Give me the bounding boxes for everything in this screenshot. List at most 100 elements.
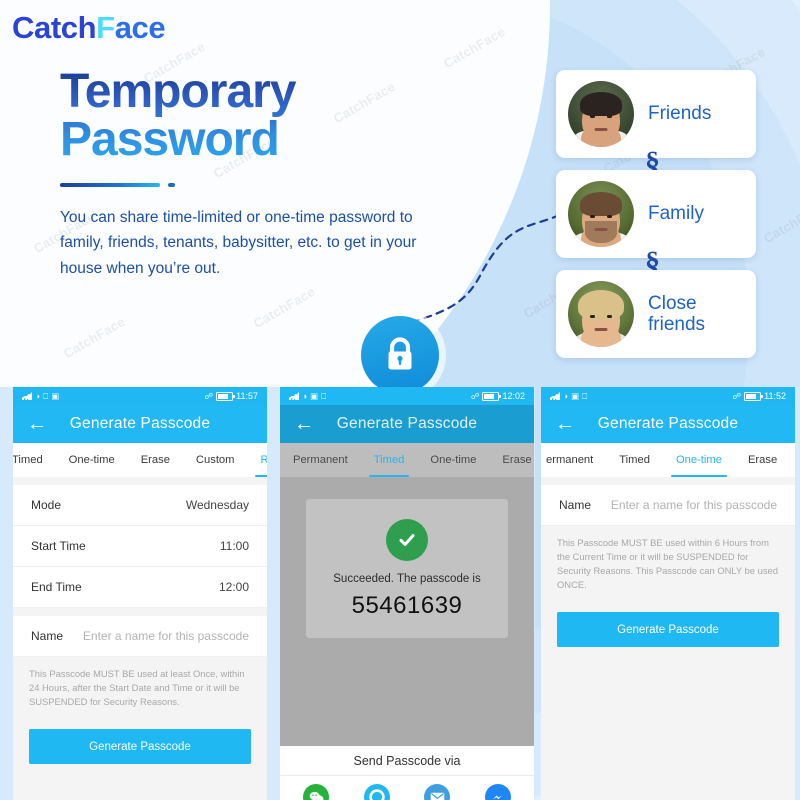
tab-one-time[interactable]: One-time	[663, 443, 735, 477]
hero-heading: Temporary Password	[60, 68, 480, 163]
share-app-wechat[interactable]: Wechat	[289, 784, 343, 800]
tab-recurring[interactable]: Recurring	[247, 443, 267, 477]
tab-timed[interactable]: Timed	[606, 443, 663, 477]
passcode-value: 55461639	[351, 592, 463, 619]
phone-content: Mode Wednesday Start Time 11:00 End Time…	[13, 477, 267, 800]
tab-one-time[interactable]: One-time	[56, 443, 128, 477]
page-title: Generate Passcode	[597, 415, 739, 432]
battery-icon	[744, 391, 764, 401]
tab-bar: ermanent Timed One-time Erase Custom	[541, 443, 795, 477]
tab-one-time[interactable]: One-time	[417, 443, 489, 477]
contact-label: Friends	[648, 103, 712, 125]
security-note: This Passcode MUST BE used within 6 Hour…	[557, 537, 778, 591]
tab-custom[interactable]: Custom	[183, 443, 248, 477]
share-app-email[interactable]: Email	[410, 784, 464, 800]
share-sheet-title: Send Passcode via	[280, 746, 534, 776]
wifi-icon: ◑	[563, 390, 569, 401]
signal-bars-icon	[550, 392, 560, 400]
tab-permanent[interactable]: Permanent	[280, 443, 361, 477]
app-bar: ← Generate Passcode	[541, 405, 795, 443]
tab-timed[interactable]: Timed	[13, 443, 56, 477]
tab-custom[interactable]: Custom	[790, 443, 795, 477]
tab-permanent[interactable]: ermanent	[541, 443, 606, 477]
name-input[interactable]: Enter a name for this passcode	[83, 629, 249, 643]
row-end-time[interactable]: End Time 12:00	[13, 567, 267, 608]
page-title: Generate Passcode	[69, 415, 211, 432]
padlock-icon	[388, 337, 412, 370]
status-time: 11:52	[764, 391, 786, 401]
share-app-sms[interactable]: SMS	[350, 784, 404, 800]
back-arrow-icon[interactable]: ←	[555, 414, 575, 434]
title-underline-dot	[168, 183, 175, 187]
sync-icon: ▣	[51, 390, 60, 401]
contact-card-close-friends[interactable]: Close friends	[556, 270, 756, 358]
row-name[interactable]: Name Enter a name for this passcode	[13, 616, 267, 657]
brand-logo: CatchFace	[12, 10, 166, 46]
battery-icon	[482, 391, 502, 401]
back-arrow-icon[interactable]: ←	[27, 414, 47, 434]
share-app-messenger[interactable]: Messenger	[471, 784, 525, 800]
logo-text-f: F	[96, 10, 115, 45]
row-value: 12:00	[218, 580, 249, 594]
row-value: Wednesday	[185, 498, 249, 512]
tab-erase[interactable]: Erase	[735, 443, 790, 477]
row-start-time[interactable]: Start Time 11:00	[13, 526, 267, 567]
app-bar: ← Generate Passcode	[13, 405, 267, 443]
generate-passcode-button[interactable]: Generate Passcode	[557, 612, 779, 648]
download-icon: ▣	[310, 390, 319, 401]
check-circle-icon	[386, 519, 428, 561]
usb-icon: ⎕	[582, 390, 588, 401]
download-icon: ▣	[571, 390, 580, 401]
logo-text-ace: ace	[114, 10, 166, 45]
page-title: Generate Passcode	[336, 415, 478, 432]
wifi-icon: ◑	[302, 390, 308, 401]
back-arrow-icon[interactable]: ←	[294, 414, 314, 434]
battery-icon	[216, 391, 236, 401]
status-time: 12:02	[502, 391, 525, 401]
tab-timed[interactable]: Timed	[361, 443, 418, 477]
tab-erase[interactable]: Erase	[489, 443, 534, 477]
sms-icon	[363, 784, 390, 800]
usb-icon: ⎕	[321, 390, 327, 401]
contact-card-family[interactable]: Family	[556, 170, 756, 258]
phone-screenshot-one-time: ◑ ▣ ⎕ ☍ 11:52 ← Generate Passcode ermane…	[541, 387, 795, 800]
title-underline	[60, 183, 160, 187]
contact-label: Family	[648, 203, 704, 225]
row-mode[interactable]: Mode Wednesday	[13, 485, 267, 526]
phone-screenshot-recurring: ◑ ⎕ ▣ ☍ 11:57 ← Generate Passcode Timed …	[13, 387, 267, 800]
phone-screenshot-timed-success: ◑ ▣ ⎕ ☍ 12:02 ← Generate Passcode Perman…	[280, 387, 534, 800]
tab-erase[interactable]: Erase	[128, 443, 183, 477]
phone-content: Name Enter a name for this passcode This…	[541, 477, 795, 800]
avatar	[568, 181, 634, 247]
signal-bars-icon	[22, 392, 32, 400]
share-sheet: Send Passcode via Wechat SMS	[280, 746, 534, 800]
name-input[interactable]: Enter a name for this passcode	[611, 498, 777, 512]
tab-bar: Timed One-time Erase Custom Recurring	[13, 443, 267, 477]
bluetooth-icon: ☍	[204, 390, 214, 401]
name-label: Name	[31, 629, 64, 643]
row-label: Mode	[31, 498, 62, 512]
row-label: Start Time	[31, 539, 86, 553]
success-message: Succeeded. The passcode is	[333, 573, 481, 585]
bluetooth-icon: ☍	[470, 390, 480, 401]
hero-description: You can share time-limited or one-time p…	[60, 209, 417, 277]
contact-card-friends[interactable]: Friends	[556, 70, 756, 158]
lock-badge	[361, 316, 439, 394]
name-label: Name	[559, 498, 592, 512]
messenger-icon	[484, 784, 511, 800]
wifi-icon: ◑	[35, 390, 41, 401]
app-bar: ← Generate Passcode	[280, 405, 534, 443]
row-name[interactable]: Name Enter a name for this passcode	[541, 485, 795, 526]
logo-text-catch: Catch	[12, 10, 97, 45]
wechat-icon	[303, 784, 330, 800]
email-icon	[424, 784, 451, 800]
generate-passcode-button[interactable]: Generate Passcode	[29, 729, 251, 765]
row-label: End Time	[31, 580, 82, 594]
success-panel: Succeeded. The passcode is 55461639	[306, 499, 508, 638]
hero-title-line1: Temporary	[60, 65, 296, 118]
tab-bar: Permanent Timed One-time Erase Custom	[280, 443, 534, 477]
hero-title-line2: Password	[60, 112, 279, 166]
security-note: This Passcode MUST BE used at least Once…	[29, 668, 245, 708]
avatar	[568, 81, 634, 147]
contact-label: Close friends	[648, 292, 706, 335]
